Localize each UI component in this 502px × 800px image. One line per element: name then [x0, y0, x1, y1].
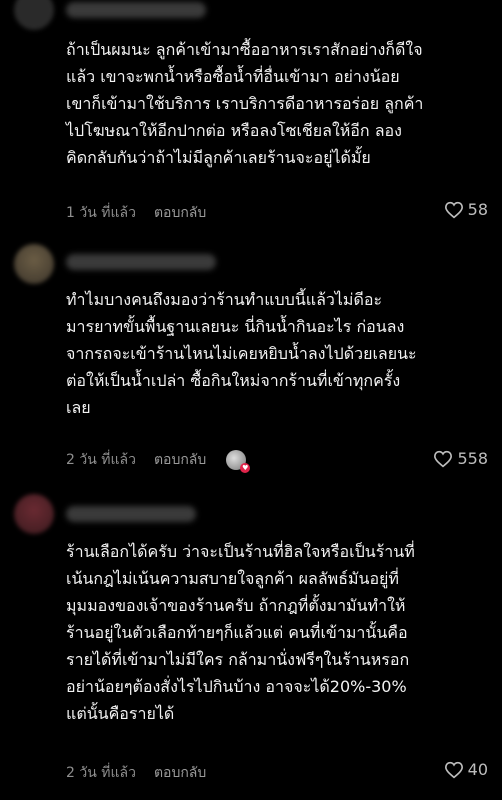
- creator-liked-avatar: ♥: [226, 450, 251, 473]
- like-count: 558: [457, 449, 488, 468]
- comment-text: ร้านเลือกได้ครับ ว่าจะเป็นร้านที่ฮิลใจหร…: [66, 542, 415, 723]
- avatar[interactable]: [14, 0, 54, 30]
- timestamp: 2 วัน ที่แล้ว: [66, 452, 136, 468]
- like-count: 58: [467, 200, 488, 219]
- heart-badge-icon: ♥: [240, 463, 251, 473]
- heart-outline-icon: [434, 450, 453, 467]
- reply-button[interactable]: ตอบกลับ: [154, 762, 206, 784]
- like-button[interactable]: 558: [433, 449, 488, 468]
- like-button[interactable]: 40: [444, 760, 488, 779]
- comment-2: ทำไมบางคนถึงมองว่าร้านทำแบบนี้แล้วไม่ดีอ…: [0, 244, 502, 484]
- comment-1: ถ้าเป็นผมนะ ลูกค้าเข้ามาซื้ออาหารเราสักอ…: [0, 0, 502, 240]
- heart-outline-icon: [444, 201, 463, 218]
- avatar[interactable]: [14, 244, 54, 284]
- timestamp: 2 วัน ที่แล้ว: [66, 765, 136, 781]
- username-blurred[interactable]: [66, 506, 196, 522]
- avatar[interactable]: [14, 494, 54, 534]
- reply-button[interactable]: ตอบกลับ: [154, 202, 206, 224]
- like-button[interactable]: 58: [444, 200, 488, 219]
- comment-meta: 2 วัน ที่แล้ว ตอบกลับ ♥: [66, 449, 251, 473]
- reply-button[interactable]: ตอบกลับ: [154, 449, 206, 471]
- heart-outline-icon: [444, 761, 463, 778]
- like-count: 40: [467, 760, 488, 779]
- comment-text: ทำไมบางคนถึงมองว่าร้านทำแบบนี้แล้วไม่ดีอ…: [66, 290, 417, 417]
- username-blurred[interactable]: [66, 254, 216, 270]
- username-blurred[interactable]: [66, 2, 206, 18]
- comment-meta: 2 วัน ที่แล้ว ตอบกลับ: [66, 762, 206, 784]
- comment-3: ร้านเลือกได้ครับ ว่าจะเป็นร้านที่ฮิลใจหร…: [0, 492, 502, 800]
- comment-text: ถ้าเป็นผมนะ ลูกค้าเข้ามาซื้ออาหารเราสักอ…: [66, 40, 424, 167]
- timestamp: 1 วัน ที่แล้ว: [66, 205, 136, 221]
- comment-meta: 1 วัน ที่แล้ว ตอบกลับ: [66, 202, 206, 224]
